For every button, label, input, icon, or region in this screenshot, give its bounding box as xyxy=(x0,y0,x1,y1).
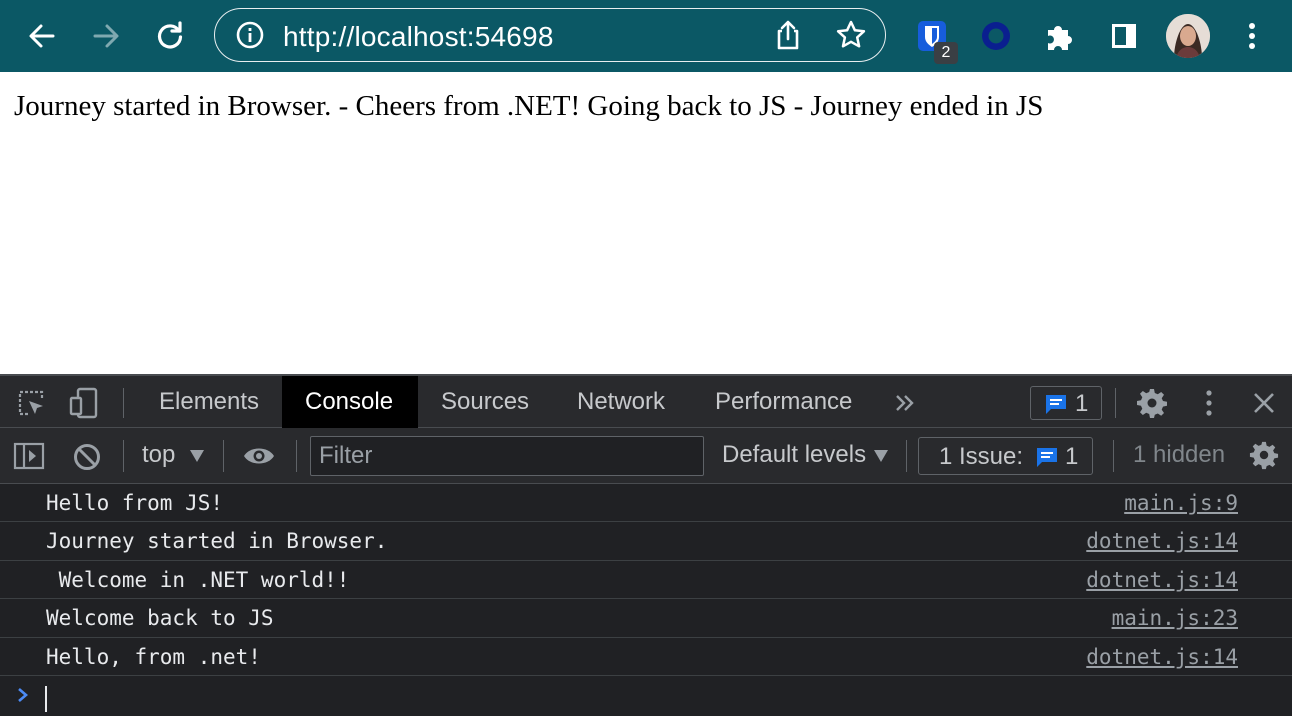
console-prompt[interactable] xyxy=(0,676,1292,716)
console-message: Hello, from .net! dotnet.js:14 xyxy=(0,638,1292,676)
back-arrow-icon xyxy=(29,24,55,48)
console-filter-bar: top Default levels 1 Issue: 1 1 hidden xyxy=(0,428,1292,484)
console-messages: Hello from JS! main.js:9 Journey started… xyxy=(0,484,1292,676)
console-message-text: Journey started in Browser. xyxy=(46,529,388,554)
back-button[interactable] xyxy=(22,16,62,56)
extension-circle-button[interactable] xyxy=(976,16,1016,56)
clear-console-icon[interactable] xyxy=(72,442,102,472)
inspect-element-icon[interactable] xyxy=(16,388,46,418)
console-message: Journey started in Browser. dotnet.js:14 xyxy=(0,522,1292,561)
tab-elements[interactable]: Elements xyxy=(136,376,282,428)
browser-toolbar: http://localhost:54698 2 xyxy=(0,0,1292,72)
extension-badge: 2 xyxy=(934,42,958,64)
tab-separator xyxy=(123,388,124,418)
side-panel-icon xyxy=(1112,24,1136,48)
console-message-text: Welcome back to JS xyxy=(46,606,274,631)
console-source-link[interactable]: main.js:9 xyxy=(1124,491,1238,515)
tab-performance[interactable]: Performance xyxy=(692,376,875,428)
vertical-dots-menu-icon xyxy=(1249,23,1255,49)
prompt-chevron-icon xyxy=(18,688,28,702)
levels-dropdown-arrow-icon xyxy=(874,450,888,462)
console-source-link[interactable]: main.js:23 xyxy=(1112,606,1238,630)
issues-button-count: 1 xyxy=(1065,443,1079,470)
hidden-messages-count: 1 hidden xyxy=(1133,441,1226,468)
toolbar-separator xyxy=(123,440,124,472)
console-settings-gear-icon[interactable] xyxy=(1249,440,1279,470)
url-text[interactable]: http://localhost:54698 xyxy=(283,21,554,53)
reload-button[interactable] xyxy=(150,16,190,56)
issues-counter-button[interactable]: 1 xyxy=(1030,386,1102,420)
tab-console[interactable]: Console xyxy=(282,376,418,428)
toolbar-separator xyxy=(1113,440,1114,472)
site-info-icon[interactable] xyxy=(235,20,265,50)
page-body-text: Journey started in Browser. - Cheers fro… xyxy=(14,90,1044,122)
show-sidebar-icon[interactable] xyxy=(13,441,45,471)
console-source-link[interactable]: dotnet.js:14 xyxy=(1086,529,1238,553)
log-levels-label: Default levels xyxy=(722,441,867,468)
issue-message-icon xyxy=(1037,448,1057,467)
toolbar-separator xyxy=(223,440,224,472)
profile-avatar[interactable] xyxy=(1166,14,1210,58)
devtools-tab-bar: Elements Console Sources Network Perform… xyxy=(0,374,1292,428)
text-caret xyxy=(45,686,47,712)
bookmark-star-icon[interactable] xyxy=(835,19,867,51)
toolbar-separator xyxy=(906,440,907,472)
extensions-menu-button[interactable] xyxy=(1040,16,1080,56)
console-source-link[interactable]: dotnet.js:14 xyxy=(1086,568,1238,592)
issues-count: 1 xyxy=(1075,390,1089,417)
reload-icon xyxy=(157,21,183,49)
devtools-panel: Elements Console Sources Network Perform… xyxy=(0,374,1292,716)
live-expression-eye-icon[interactable] xyxy=(242,444,276,468)
more-tabs-chevron-icon[interactable] xyxy=(894,393,916,413)
console-source-link[interactable]: dotnet.js:14 xyxy=(1086,645,1238,669)
share-icon[interactable] xyxy=(773,19,803,51)
close-devtools-icon[interactable] xyxy=(1252,391,1276,415)
console-message: Welcome in .NET world!! dotnet.js:14 xyxy=(0,561,1292,600)
puzzle-piece-icon xyxy=(1048,26,1072,50)
issues-button-label: 1 Issue: xyxy=(939,443,1024,470)
browser-menu-button[interactable] xyxy=(1232,16,1272,56)
tab-sources[interactable]: Sources xyxy=(418,376,552,428)
console-message-text: Hello, from .net! xyxy=(46,644,261,669)
console-message: Hello from JS! main.js:9 xyxy=(0,484,1292,523)
blue-ring-extension-icon xyxy=(982,22,1010,50)
forward-arrow-icon xyxy=(93,24,119,48)
customize-menu-icon[interactable] xyxy=(1204,388,1214,418)
console-message-text: Welcome in .NET world!! xyxy=(46,567,350,592)
toolbar-separator xyxy=(296,440,297,472)
address-bar[interactable]: http://localhost:54698 xyxy=(214,8,886,62)
console-message: Welcome back to JS main.js:23 xyxy=(0,599,1292,638)
profile-avatar-icon xyxy=(1166,14,1210,58)
forward-button[interactable] xyxy=(86,16,126,56)
context-dropdown-arrow-icon xyxy=(190,450,204,462)
issue-message-icon xyxy=(1046,395,1066,414)
tab-separator xyxy=(1115,388,1116,418)
context-selector-label: top xyxy=(142,441,176,468)
settings-gear-icon[interactable] xyxy=(1136,387,1168,419)
device-toolbar-icon[interactable] xyxy=(68,386,100,420)
side-panel-button[interactable] xyxy=(1104,16,1144,56)
issues-button[interactable]: 1 Issue: 1 xyxy=(918,437,1093,475)
console-message-text: Hello from JS! xyxy=(46,491,224,515)
console-filter-input[interactable] xyxy=(310,436,704,476)
tab-network[interactable]: Network xyxy=(554,376,688,428)
